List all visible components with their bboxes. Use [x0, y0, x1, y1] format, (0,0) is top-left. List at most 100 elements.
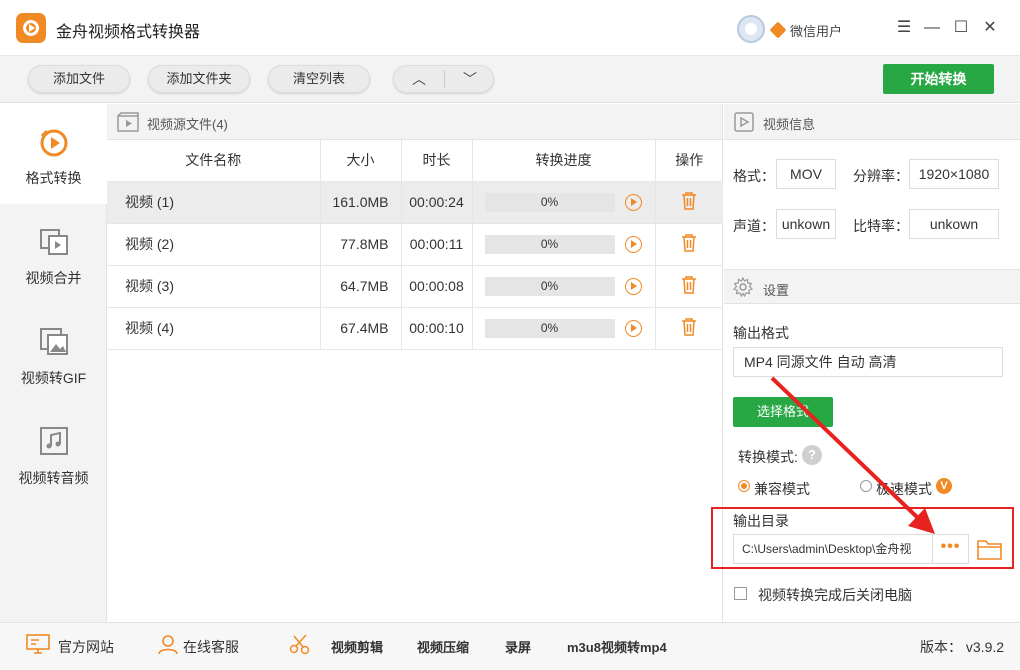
actions-cell — [655, 181, 723, 224]
play-icon[interactable] — [624, 319, 642, 337]
sidebar-item-label: 视频合并 — [25, 270, 82, 286]
format-label: 格式： — [733, 168, 775, 184]
trash-icon[interactable] — [681, 191, 697, 210]
file-table: 文件名称 大小 时长 转换进度 操作 视频 (1) 161.0MB 00:00:… — [107, 140, 723, 350]
scissors-icon — [289, 634, 310, 655]
sidebar-item-label: 视频转GIF — [20, 370, 87, 386]
output-dir-field[interactable]: C:\Users\admin\Desktop\金舟视 — [733, 534, 933, 564]
online-support-link[interactable]: 在线客服 — [183, 637, 239, 657]
table-row[interactable]: 视频 (2) 77.8MB 00:00:11 0% — [107, 223, 723, 266]
settings-title: 设置 — [763, 283, 790, 298]
progress-text: 0% — [540, 278, 559, 293]
file-size: 77.8MB — [320, 223, 402, 266]
menu-icon[interactable]: ☰ — [894, 18, 914, 38]
sidebar-item-video-merge[interactable]: 视频合并 — [0, 204, 107, 304]
sidebar-item-video-to-gif[interactable]: 视频转GIF — [0, 304, 107, 404]
trash-icon[interactable] — [681, 233, 697, 252]
official-website-link[interactable]: 官方网站 — [58, 637, 114, 657]
actions-cell — [655, 223, 723, 266]
progress-cell: 0% — [472, 265, 656, 308]
table-row[interactable]: 视频 (1) 161.0MB 00:00:24 0% — [107, 181, 723, 224]
add-folder-button[interactable]: 添加文件夹 — [148, 65, 250, 93]
file-size: 161.0MB — [320, 181, 402, 224]
resolution-label: 分辨率： — [853, 168, 909, 184]
output-format-field[interactable]: MP4 同源文件 自动 高清 — [733, 347, 1003, 377]
output-dir-label: 输出目录 — [733, 513, 789, 529]
progress-cell: 0% — [472, 181, 656, 224]
version-label: 版本： v3.9.2 — [920, 639, 1005, 655]
app-title: 金舟视频格式转换器 — [56, 24, 201, 41]
start-convert-button[interactable]: 开始转换 — [883, 64, 994, 94]
app-logo-icon — [16, 13, 46, 43]
minimize-button[interactable]: — — [922, 18, 942, 38]
sidebar-item-video-to-audio[interactable]: 视频转音频 — [0, 404, 107, 504]
fast-mode-radio[interactable] — [860, 480, 872, 492]
video-merge-icon — [40, 229, 68, 255]
toolbar: 添加文件 添加文件夹 清空列表 ︿ ﹀ 开始转换 — [0, 56, 1020, 103]
column-header-name[interactable]: 文件名称 — [107, 140, 321, 182]
sidebar-item-label: 视频转音频 — [18, 470, 89, 486]
clear-list-button[interactable]: 清空列表 — [268, 65, 370, 93]
screen-record-link[interactable]: 录屏 — [505, 637, 531, 656]
table-row[interactable]: 视频 (4) 67.4MB 00:00:10 0% — [107, 307, 723, 350]
close-button[interactable]: ✕ — [980, 18, 1000, 38]
file-duration: 00:00:11 — [401, 223, 473, 266]
play-icon[interactable] — [624, 193, 642, 211]
column-header-actions: 操作 — [655, 140, 723, 182]
progress-text: 0% — [540, 320, 559, 335]
table-header-row: 文件名称 大小 时长 转换进度 操作 — [107, 140, 723, 182]
output-format-label: 输出格式 — [733, 325, 789, 341]
trash-icon[interactable] — [681, 275, 697, 294]
video-to-audio-icon — [40, 427, 68, 455]
maximize-button[interactable]: ☐ — [951, 18, 971, 38]
bitrate-label: 比特率： — [853, 218, 909, 234]
progress-cell: 0% — [472, 223, 656, 266]
video-file-icon — [117, 112, 139, 132]
bitrate-value: unkown — [909, 209, 999, 239]
file-list-header: 视频源文件(4) — [107, 104, 722, 140]
move-up-button[interactable]: ︿ — [394, 66, 444, 92]
resolution-value: 1920×1080 — [909, 159, 999, 189]
m3u8-convert-link[interactable]: m3u8视频转mp4 — [567, 637, 667, 656]
column-header-progress: 转换进度 — [472, 140, 656, 182]
play-icon[interactable] — [624, 235, 642, 253]
video-compress-link[interactable]: 视频压缩 — [417, 637, 469, 656]
progress-text: 0% — [540, 194, 559, 209]
file-name: 视频 (1) — [107, 181, 321, 224]
file-name: 视频 (2) — [107, 223, 321, 266]
progress-bar: 0% — [484, 192, 615, 212]
file-list-title: 视频源文件(4) — [147, 117, 228, 132]
file-name: 视频 (3) — [107, 265, 321, 308]
play-icon[interactable] — [624, 277, 642, 295]
sidebar-item-format-convert[interactable]: 格式转换 — [0, 104, 107, 204]
video-edit-link[interactable]: 视频剪辑 — [331, 637, 383, 656]
file-size: 67.4MB — [320, 307, 402, 350]
file-list-panel: 视频源文件(4) 文件名称 大小 时长 转换进度 操作 视频 (1) 161.0… — [107, 104, 723, 622]
column-header-duration[interactable]: 时长 — [401, 140, 473, 182]
move-down-button[interactable]: ﹀ — [445, 66, 495, 92]
info-panel: 视频信息 格式： MOV 分辨率： 1920×1080 声道： unkown 比… — [724, 104, 1020, 622]
more-icon[interactable]: ••• — [933, 534, 969, 564]
format-value: MOV — [776, 159, 836, 189]
user-avatar[interactable] — [737, 15, 765, 43]
trash-icon[interactable] — [681, 317, 697, 336]
file-duration: 00:00:08 — [401, 265, 473, 308]
video-info-icon — [734, 112, 754, 132]
shutdown-label[interactable]: 视频转换完成后关闭电脑 — [758, 585, 912, 605]
column-header-size[interactable]: 大小 — [320, 140, 402, 182]
file-duration: 00:00:10 — [401, 307, 473, 350]
folder-icon[interactable] — [977, 538, 1002, 560]
video-to-gif-icon — [40, 328, 68, 355]
format-convert-icon — [40, 129, 68, 157]
user-name[interactable]: 微信用户 — [790, 21, 842, 40]
sidebar: 格式转换 视频合并 视频转GIF 视频转音频 — [0, 104, 107, 622]
fast-mode-label[interactable]: 极速模式 — [876, 479, 932, 499]
shutdown-checkbox[interactable] — [734, 587, 747, 600]
progress-bar: 0% — [484, 234, 615, 254]
add-file-button[interactable]: 添加文件 — [28, 65, 130, 93]
select-format-button[interactable]: 选择格式 — [733, 397, 833, 427]
compatible-mode-radio[interactable] — [738, 480, 750, 492]
table-row[interactable]: 视频 (3) 64.7MB 00:00:08 0% — [107, 265, 723, 308]
compatible-mode-label[interactable]: 兼容模式 — [754, 479, 810, 499]
help-icon[interactable]: ? — [802, 445, 822, 465]
